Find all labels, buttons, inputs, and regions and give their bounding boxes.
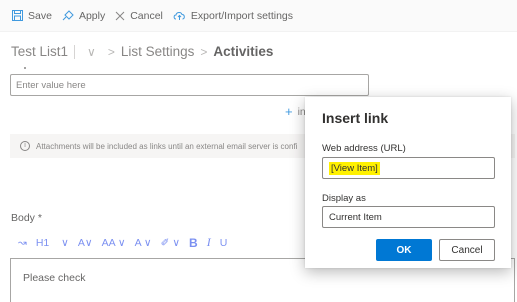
url-value: [View Item] <box>329 161 380 175</box>
url-label: Web address (URL) <box>322 143 406 154</box>
display-value: Current Item <box>329 211 382 223</box>
display-input[interactable]: Current Item <box>322 206 495 228</box>
dialog-title: Insert link <box>322 110 389 126</box>
display-label: Display as <box>322 193 366 204</box>
insert-link-dialog: Insert link Web address (URL) [View Item… <box>305 97 511 268</box>
url-input[interactable]: [View Item] <box>322 157 495 179</box>
ok-button[interactable]: OK <box>376 239 432 261</box>
dialog-cancel-button[interactable]: Cancel <box>439 239 495 261</box>
